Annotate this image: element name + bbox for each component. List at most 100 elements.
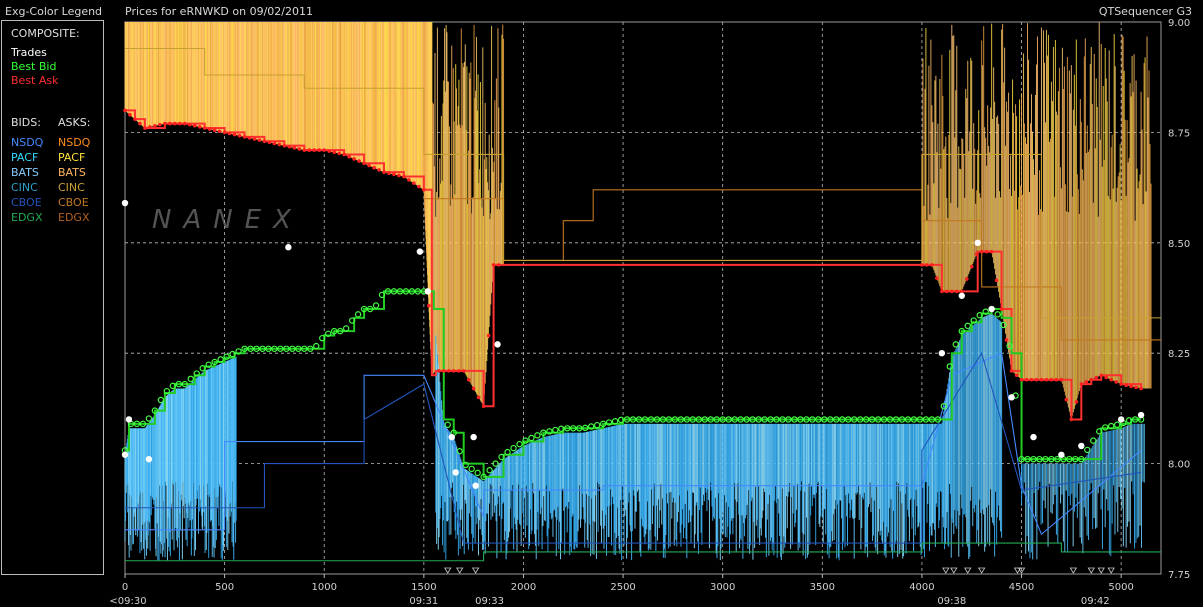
trade-point <box>285 244 292 251</box>
best-ask-point <box>277 142 282 147</box>
best-bid-point <box>593 421 601 429</box>
trade-point <box>121 199 129 207</box>
best-ask-point <box>217 129 222 134</box>
best-ask-point <box>362 161 366 166</box>
trade-point <box>121 451 129 458</box>
best-ask-point <box>133 117 137 121</box>
best-ask-point <box>392 172 396 177</box>
trade-halt-marker <box>1087 567 1095 574</box>
best-ask-point <box>232 132 237 137</box>
best-bid-point <box>372 302 380 309</box>
trade-point <box>1030 433 1037 441</box>
best-ask-point <box>1069 417 1074 422</box>
trade-point <box>938 350 946 357</box>
best-ask-point <box>446 369 451 373</box>
x-tick-label: 3000 <box>710 582 735 593</box>
best-ask-point <box>451 369 456 373</box>
best-ask-point <box>476 395 481 400</box>
best-ask-point <box>237 133 242 138</box>
best-ask-point <box>317 148 322 152</box>
best-bid-point <box>1084 446 1091 454</box>
trade-point <box>988 305 995 313</box>
y-tick-label: 8.25 <box>1168 349 1190 360</box>
best-bid-point <box>964 322 971 330</box>
best-ask-point <box>979 249 984 254</box>
best-ask-point <box>163 121 167 126</box>
best-bid-point <box>486 467 493 474</box>
best-ask-point <box>1049 377 1054 382</box>
best-ask-point <box>1074 399 1079 404</box>
best-ask-point <box>377 168 381 172</box>
trade-halt-marker <box>471 567 480 574</box>
x-tick-label: 500 <box>215 582 234 593</box>
y-tick-label: 9.00 <box>1168 18 1190 29</box>
price-chart: NANEX 0 500 1000 1500 2000 2500 3000 3500 4000 45… <box>109 18 1190 607</box>
trade-point <box>145 455 153 463</box>
trade-halt-marker <box>444 567 452 574</box>
best-ask-point <box>441 369 446 373</box>
x-tick-label: 5000 <box>1108 582 1133 593</box>
y-tick-label: 7.75 <box>1168 570 1190 581</box>
best-ask-point <box>984 249 989 254</box>
best-bid-point <box>145 415 153 422</box>
best-ask-point <box>342 152 346 157</box>
x-tick-label: 3500 <box>810 582 835 593</box>
series-layer <box>124 22 1161 562</box>
best-bid-point <box>994 311 1001 318</box>
trade-point <box>470 433 477 441</box>
trade-point <box>958 292 965 299</box>
trade-point <box>1058 451 1065 458</box>
best-ask-point <box>1134 385 1138 390</box>
trade-point <box>472 482 479 489</box>
best-ask-point <box>466 377 471 382</box>
best-ask-point <box>935 276 939 280</box>
best-ask-point <box>1094 375 1099 380</box>
best-bid-point <box>354 311 362 318</box>
best-ask-point <box>1004 338 1009 342</box>
trade-point <box>494 341 501 348</box>
best-ask-point <box>1104 375 1109 380</box>
best-ask-point <box>267 140 272 145</box>
best-bid-point <box>528 434 535 442</box>
best-bid-point <box>516 440 523 448</box>
best-ask-point <box>128 112 132 117</box>
best-ask-point <box>1139 386 1143 391</box>
trade-point <box>416 248 424 255</box>
best-ask-point <box>382 170 386 174</box>
best-ask-point <box>173 121 177 126</box>
time-label: <09:30 <box>109 596 146 607</box>
best-bid-point <box>157 396 165 404</box>
best-ask-point <box>168 121 172 126</box>
time-label: 09:38 <box>937 596 966 607</box>
best-ask-point <box>262 139 267 144</box>
best-ask-point <box>1059 377 1064 382</box>
best-ask-point <box>1084 380 1089 384</box>
best-ask-point <box>197 125 202 129</box>
best-ask-point <box>930 263 934 267</box>
best-ask-point <box>182 121 187 126</box>
nanex-watermark: NANEX <box>152 205 303 235</box>
best-ask-point <box>252 137 257 141</box>
x-tick-label: 1500 <box>411 582 436 593</box>
best-ask-point <box>257 138 262 142</box>
y-tick-label: 8.75 <box>1168 128 1190 139</box>
best-ask-point <box>307 148 312 152</box>
best-ask-point <box>207 127 212 131</box>
best-ask-point <box>192 123 197 128</box>
best-ask-point <box>417 184 421 189</box>
best-bid-point <box>1090 437 1097 444</box>
best-ask-point <box>312 148 317 152</box>
best-ask-point <box>456 369 461 373</box>
best-bid-point <box>510 444 517 452</box>
x-tick-label: 4000 <box>909 582 934 593</box>
best-ask-point <box>282 143 287 148</box>
best-ask-point <box>297 147 302 151</box>
best-ask-point <box>954 289 959 294</box>
trade-point <box>1117 416 1125 423</box>
series-line-edgx <box>125 542 1161 562</box>
best-bid-point <box>1113 421 1121 428</box>
best-ask-point <box>347 154 351 159</box>
trade-point <box>125 416 133 423</box>
best-ask-point <box>1129 384 1133 389</box>
best-ask-point <box>427 303 431 308</box>
